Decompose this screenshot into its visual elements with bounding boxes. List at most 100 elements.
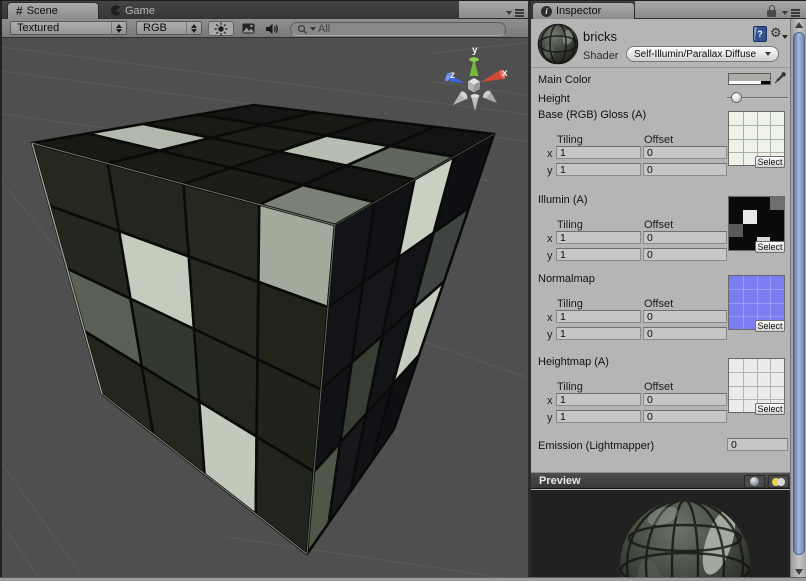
tab-scene[interactable]: # Scene bbox=[7, 2, 99, 19]
select-texture-button[interactable]: Select bbox=[755, 320, 785, 332]
offset-x-field[interactable] bbox=[643, 393, 727, 406]
panel-splitter[interactable] bbox=[528, 1, 531, 581]
select-texture-button[interactable]: Select bbox=[755, 241, 785, 253]
help-icon[interactable]: ? bbox=[753, 26, 767, 42]
scene-tab-icon: # bbox=[16, 6, 23, 16]
main-color-swatch[interactable] bbox=[728, 73, 771, 85]
scene-tabstrip: # Scene Game bbox=[2, 1, 530, 19]
offset-y-field[interactable] bbox=[643, 163, 727, 176]
sun-icon bbox=[214, 22, 228, 36]
tiling-x-field[interactable] bbox=[556, 231, 641, 244]
preview-lighting-button[interactable] bbox=[768, 475, 789, 488]
light-off-icon bbox=[777, 478, 785, 486]
search-icon bbox=[297, 24, 308, 35]
tiling-x-field[interactable] bbox=[556, 146, 641, 159]
scene-cube[interactable] bbox=[32, 105, 494, 554]
shader-dropdown[interactable]: Self-Illumin/Parallax Diffuse bbox=[626, 46, 779, 62]
gizmo-down-cone[interactable] bbox=[471, 96, 479, 111]
offset-x-field[interactable] bbox=[643, 146, 727, 159]
tiling-header: Tiling bbox=[557, 134, 583, 146]
gizmo-y-cone-cap bbox=[469, 57, 479, 61]
offset-header: Offset bbox=[644, 298, 673, 310]
panel-menu-icon bbox=[515, 9, 524, 17]
texture-section-base: Base (RGB) Gloss (A) Tiling Offset x y S… bbox=[531, 109, 790, 181]
inspector-panel-menu[interactable] bbox=[782, 9, 800, 17]
gizmo-y-label: y bbox=[472, 45, 478, 56]
inspector-tabstrip: i Inspector bbox=[531, 1, 806, 19]
color-mode-dropdown[interactable]: RGB bbox=[136, 21, 202, 35]
game-tab-label: Game bbox=[125, 5, 155, 17]
height-slider[interactable] bbox=[727, 92, 788, 103]
panel-menu-icon bbox=[791, 9, 800, 17]
select-texture-button[interactable]: Select bbox=[755, 156, 785, 168]
panel-dropdown-icon bbox=[506, 11, 512, 15]
tiling-y-field[interactable] bbox=[556, 248, 641, 261]
image-icon bbox=[242, 23, 255, 34]
x-row-label: x bbox=[547, 148, 553, 160]
offset-header: Offset bbox=[644, 134, 673, 146]
offset-header: Offset bbox=[644, 381, 673, 393]
select-texture-button[interactable]: Select bbox=[755, 403, 785, 415]
scene-overlay-button[interactable] bbox=[236, 21, 260, 36]
scroll-up-arrow[interactable] bbox=[795, 22, 803, 28]
shader-value: Self-Illumin/Parallax Diffuse bbox=[634, 49, 761, 60]
emission-label: Emission (Lightmapper) bbox=[538, 440, 654, 452]
tab-game[interactable]: Game bbox=[102, 2, 163, 19]
y-row-label: y bbox=[547, 412, 553, 424]
tab-inspector[interactable]: i Inspector bbox=[532, 2, 635, 19]
y-row-label: y bbox=[547, 250, 553, 262]
gear-icon[interactable]: ⚙ bbox=[770, 25, 782, 41]
shader-label: Shader bbox=[583, 50, 618, 62]
tiling-header: Tiling bbox=[557, 381, 583, 393]
gizmo-z-label: z bbox=[450, 70, 455, 81]
x-row-label: x bbox=[547, 312, 553, 324]
scene-viewport[interactable]: y x z bbox=[2, 1, 530, 581]
section-label: Normalmap bbox=[538, 273, 595, 285]
scene-lighting-toggle[interactable] bbox=[208, 21, 234, 36]
tiling-y-field[interactable] bbox=[556, 163, 641, 176]
scene-audio-toggle[interactable] bbox=[260, 21, 284, 36]
tiling-y-field[interactable] bbox=[556, 327, 641, 340]
inspector-tab-icon: i bbox=[541, 6, 552, 17]
alpha-strip bbox=[729, 81, 770, 84]
y-row-label: y bbox=[547, 329, 553, 341]
updown-arrows-icon bbox=[111, 22, 126, 34]
search-filter-dropdown-icon[interactable] bbox=[310, 27, 316, 31]
eyedropper-icon[interactable] bbox=[774, 71, 787, 84]
offset-x-field[interactable] bbox=[643, 310, 727, 323]
scroll-down-arrow[interactable] bbox=[795, 569, 803, 575]
chevron-down-icon bbox=[765, 52, 771, 56]
color-mode-value: RGB bbox=[137, 22, 186, 34]
scene-gizmo[interactable]: y x z bbox=[444, 45, 508, 111]
material-name: bricks bbox=[583, 29, 617, 44]
tiling-y-field[interactable] bbox=[556, 410, 641, 423]
scene-toolbar: Textured RGB bbox=[2, 19, 530, 38]
x-row-label: x bbox=[547, 395, 553, 407]
section-label: Heightmap (A) bbox=[538, 356, 609, 368]
preview-shape-button[interactable] bbox=[744, 475, 765, 488]
texture-section-heightmap: Heightmap (A) Tiling Offset x y Select bbox=[531, 356, 790, 428]
texture-section-illumin: Illumin (A) Tiling Offset x y Select bbox=[531, 194, 790, 266]
inspector-scrollbar[interactable] bbox=[790, 19, 806, 578]
preview-title: Preview bbox=[539, 475, 581, 487]
gizmo-down-cone-cap bbox=[471, 94, 480, 98]
search-text: All bbox=[318, 23, 330, 35]
emission-field[interactable] bbox=[727, 438, 788, 451]
tiling-x-field[interactable] bbox=[556, 393, 641, 406]
offset-header: Offset bbox=[644, 219, 673, 231]
scene-search-field[interactable]: All bbox=[290, 22, 506, 36]
slider-thumb[interactable] bbox=[731, 92, 742, 103]
offset-y-field[interactable] bbox=[643, 327, 727, 340]
window-bottom-edge bbox=[0, 577, 806, 581]
scrollbar-thumb[interactable] bbox=[793, 32, 805, 555]
x-row-label: x bbox=[547, 233, 553, 245]
offset-y-field[interactable] bbox=[643, 248, 727, 261]
inspector-lock-icon[interactable] bbox=[767, 10, 776, 17]
preview-header[interactable]: Preview bbox=[531, 472, 806, 489]
scene-panel-menu[interactable] bbox=[506, 9, 524, 17]
offset-y-field[interactable] bbox=[643, 410, 727, 423]
draw-mode-dropdown[interactable]: Textured bbox=[10, 21, 127, 35]
tiling-x-field[interactable] bbox=[556, 310, 641, 323]
offset-x-field[interactable] bbox=[643, 231, 727, 244]
preview-area[interactable] bbox=[531, 490, 806, 578]
